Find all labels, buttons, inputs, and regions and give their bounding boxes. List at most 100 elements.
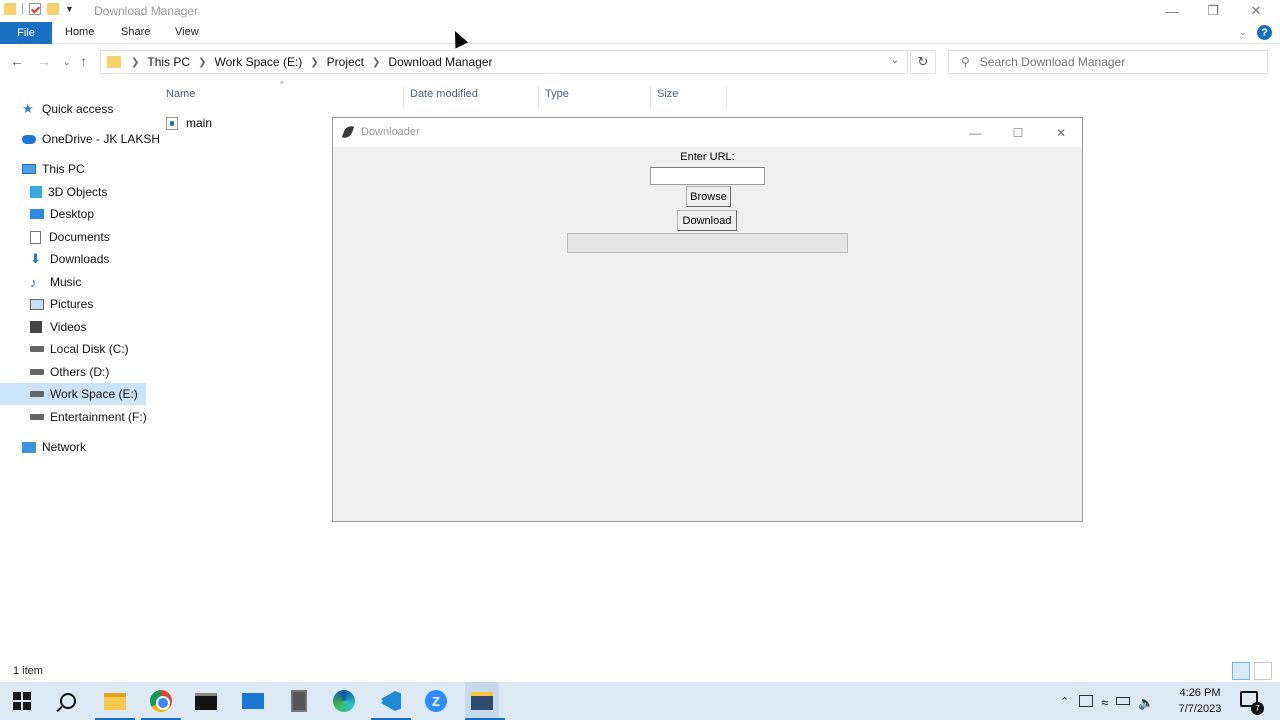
- film-icon: [30, 321, 42, 333]
- column-divider[interactable]: [726, 86, 727, 108]
- breadcrumb-project[interactable]: Project: [327, 55, 364, 69]
- chevron-right-icon[interactable]: ❯: [310, 57, 318, 68]
- close-icon: ✕: [1055, 125, 1067, 140]
- downloader-maximize-button[interactable]: ☐: [997, 118, 1039, 147]
- nav-documents[interactable]: Documents: [30, 226, 110, 248]
- breadcrumb-download-manager[interactable]: Download Manager: [388, 55, 492, 69]
- nav-others-d[interactable]: Others (D:): [30, 361, 109, 383]
- refresh-icon: ↻: [917, 54, 929, 69]
- chrome-taskbar-button[interactable]: [149, 689, 173, 713]
- column-header-type[interactable]: Type: [545, 88, 569, 104]
- properties-icon[interactable]: [29, 3, 41, 15]
- column-divider[interactable]: [538, 86, 539, 108]
- document-icon: [30, 230, 41, 244]
- tab-view[interactable]: View: [175, 26, 199, 38]
- monitor-icon[interactable]: [1079, 695, 1094, 707]
- help-icon[interactable]: ?: [1257, 25, 1272, 40]
- nav-item-label: Entertainment (F:): [50, 410, 147, 424]
- file-explorer-taskbar-button[interactable]: [103, 689, 127, 713]
- nav-item-label: Others (D:): [50, 365, 110, 379]
- desktop-icon: [30, 209, 44, 219]
- battery-icon[interactable]: [1116, 697, 1131, 705]
- search-box[interactable]: ⚲: [948, 50, 1268, 74]
- explorer-title-bar: ▼ Download Manager — ❐ ✕: [0, 0, 1280, 22]
- quick-access-toolbar: ▼: [4, 3, 74, 15]
- nav-downloads[interactable]: ⬇ Downloads: [30, 248, 109, 270]
- maximize-icon: ☐: [1012, 125, 1024, 140]
- downloader-minimize-button[interactable]: —: [954, 118, 996, 147]
- column-divider[interactable]: [650, 86, 651, 108]
- tab-file[interactable]: File: [0, 22, 52, 44]
- column-divider[interactable]: [403, 86, 404, 108]
- chevron-up-icon[interactable]: ⌃: [1060, 695, 1069, 708]
- up-arrow-icon[interactable]: ↑: [80, 53, 87, 69]
- nav-work-space-e[interactable]: Work Space (E:): [0, 383, 146, 405]
- mail-taskbar-button[interactable]: [241, 689, 265, 713]
- nav-music[interactable]: ♪ Music: [30, 271, 81, 293]
- chevron-down-icon[interactable]: ▼: [65, 4, 74, 14]
- refresh-button[interactable]: ↻: [910, 50, 936, 74]
- nav-item-label: Pictures: [50, 297, 94, 311]
- column-header-date-modified[interactable]: Date modified: [410, 88, 478, 104]
- edge-taskbar-button[interactable]: [332, 689, 356, 713]
- restore-button[interactable]: ❐: [1191, 0, 1235, 22]
- nav-this-pc[interactable]: This PC: [22, 158, 85, 180]
- back-arrow-icon[interactable]: ←: [10, 53, 24, 69]
- nav-desktop[interactable]: Desktop: [30, 203, 94, 225]
- python-taskbar-button[interactable]: [465, 682, 499, 720]
- nav-videos[interactable]: Videos: [30, 316, 86, 338]
- nav-item-label: Network: [42, 440, 87, 454]
- calculator-taskbar-button[interactable]: [287, 689, 311, 713]
- search-input[interactable]: [979, 55, 1250, 69]
- tab-home[interactable]: Home: [65, 26, 94, 38]
- forward-arrow-icon[interactable]: →: [37, 53, 51, 69]
- wifi-icon[interactable]: ≈: [1101, 695, 1108, 710]
- start-button[interactable]: [10, 689, 34, 713]
- chevron-right-icon[interactable]: ❯: [198, 57, 206, 68]
- url-input[interactable]: [650, 167, 765, 185]
- recent-locations-chevron-icon[interactable]: ⌄: [63, 57, 71, 68]
- sort-ascending-icon: ⌃: [278, 80, 286, 90]
- column-header-size[interactable]: Size: [657, 88, 678, 104]
- address-bar[interactable]: ❯ This PC ❯ Work Space (E:) ❯ Project ❯ …: [100, 50, 908, 74]
- folder-icon: [104, 692, 126, 710]
- volume-icon[interactable]: 🔈: [1138, 695, 1154, 710]
- new-folder-icon[interactable]: [47, 3, 59, 15]
- nav-item-label: Work Space (E:): [50, 387, 138, 401]
- nav-local-disk-c[interactable]: Local Disk (C:): [30, 338, 129, 360]
- clock[interactable]: 4:26 PM 7/7/2023: [1170, 685, 1230, 717]
- close-button[interactable]: ✕: [1234, 0, 1278, 22]
- minimize-button[interactable]: —: [1150, 0, 1194, 22]
- search-taskbar-button[interactable]: [56, 689, 80, 713]
- zoom-icon: Z: [425, 690, 447, 712]
- drive-icon: [30, 346, 44, 352]
- browse-button[interactable]: Browse: [686, 186, 731, 207]
- address-history-chevron-icon[interactable]: ⌄: [891, 55, 899, 66]
- vscode-taskbar-button[interactable]: [379, 689, 403, 713]
- expand-ribbon-chevron-icon[interactable]: ⌄: [1239, 27, 1247, 38]
- chevron-right-icon[interactable]: ❯: [131, 57, 139, 68]
- breadcrumb-work-space[interactable]: Work Space (E:): [214, 55, 302, 69]
- downloader-close-button[interactable]: ✕: [1040, 118, 1082, 147]
- ribbon-tabs: File Home Share View ⌄ ?: [0, 22, 1280, 44]
- tab-share[interactable]: Share: [121, 26, 150, 38]
- nav-3d-objects[interactable]: 3D Objects: [30, 181, 107, 203]
- nav-onedrive[interactable]: OneDrive - JK LAKSH: [22, 128, 160, 150]
- large-icons-view-icon[interactable]: [1254, 662, 1272, 680]
- zoom-taskbar-button[interactable]: Z: [424, 689, 448, 713]
- nav-pictures[interactable]: Pictures: [30, 293, 93, 315]
- item-count: 1 item: [13, 665, 43, 677]
- nav-network[interactable]: Network: [22, 436, 86, 458]
- nav-item-label: Local Disk (C:): [50, 342, 129, 356]
- download-progress-bar: [567, 233, 848, 253]
- nav-entertainment-f[interactable]: Entertainment (F:): [30, 406, 147, 428]
- chevron-right-icon[interactable]: ❯: [372, 57, 380, 68]
- downloader-title: Downloader: [361, 126, 420, 138]
- column-header-name[interactable]: Name: [166, 88, 195, 104]
- file-row-main[interactable]: main: [166, 114, 212, 132]
- breadcrumb-this-pc[interactable]: This PC: [147, 55, 190, 69]
- nav-quick-access[interactable]: ★ Quick access: [22, 98, 113, 120]
- details-view-icon[interactable]: [1232, 662, 1250, 680]
- download-button[interactable]: Download: [677, 210, 737, 231]
- terminal-taskbar-button[interactable]: [194, 689, 218, 713]
